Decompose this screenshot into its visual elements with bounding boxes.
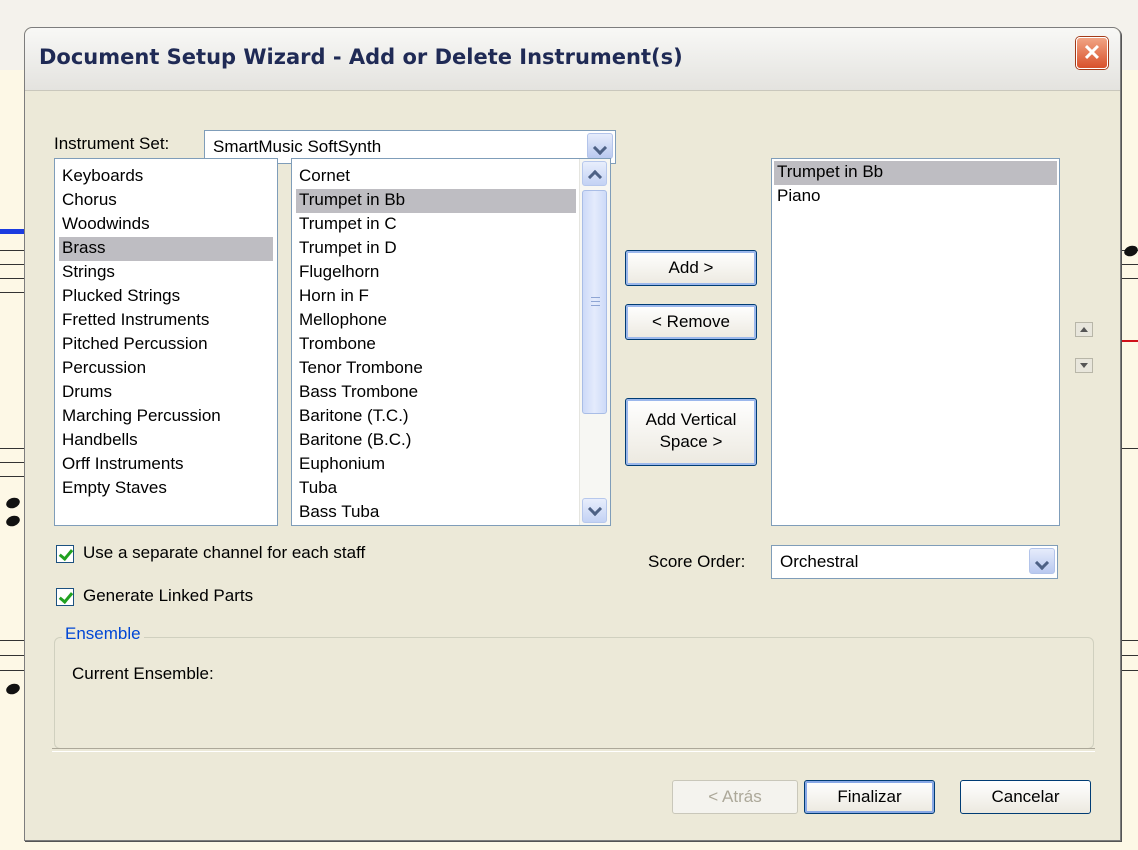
- score-instrument-item[interactable]: Trumpet in Bb: [774, 161, 1057, 185]
- linked-parts-checkbox[interactable]: [56, 588, 74, 606]
- scroll-thumb[interactable]: [582, 190, 607, 414]
- instrument-item[interactable]: Tenor Trombone: [296, 357, 576, 381]
- staff-line: [1119, 264, 1138, 265]
- scroll-grip: [591, 297, 600, 298]
- remove-button-label: < Remove: [652, 312, 730, 331]
- add-button-label: Add >: [668, 258, 714, 277]
- staff-line: [0, 462, 24, 463]
- close-icon: ✕: [1082, 40, 1102, 65]
- add-vertical-space-button[interactable]: Add Vertical Space >: [625, 398, 757, 466]
- staff-line: [0, 292, 24, 293]
- current-ensemble-label: Current Ensemble:: [72, 664, 214, 683]
- category-item[interactable]: Orff Instruments: [59, 453, 273, 477]
- instrument-item[interactable]: Flugelhorn: [296, 261, 576, 285]
- scroll-up-icon[interactable]: [582, 161, 607, 186]
- instrument-item[interactable]: Trumpet in D: [296, 237, 576, 261]
- cancel-button[interactable]: Cancelar: [960, 780, 1091, 814]
- staff-line: [0, 476, 24, 477]
- move-down-icon: [1080, 363, 1088, 368]
- instrument-item[interactable]: Euphonium: [296, 453, 576, 477]
- instrument-item[interactable]: Tuba: [296, 477, 576, 501]
- instrument-set-value: SmartMusic SoftSynth: [213, 137, 382, 156]
- category-list[interactable]: Keyboards Chorus Woodwinds Brass Strings Pluc…: [54, 158, 278, 526]
- instrument-item[interactable]: Cornet: [296, 165, 576, 189]
- scroll-grip: [591, 305, 600, 306]
- category-item[interactable]: Chorus: [59, 189, 273, 213]
- scroll-grip: [591, 301, 600, 302]
- category-items: Keyboards Chorus Woodwinds Brass Strings Pluc…: [59, 165, 273, 501]
- staff-line: [0, 264, 24, 265]
- footer-separator: [52, 748, 1095, 752]
- staff-line: [1119, 670, 1138, 671]
- category-item[interactable]: Brass: [59, 237, 273, 261]
- score-order-value: Orchestral: [780, 552, 859, 571]
- staff-line: [0, 250, 24, 251]
- add-vertical-space-label-line2: Space >: [659, 432, 723, 451]
- instrument-item[interactable]: Bass Trombone: [296, 381, 576, 405]
- staff-line: [1119, 640, 1138, 641]
- staff-line: [0, 655, 24, 656]
- document-setup-dialog: Document Setup Wizard - Add or Delete In…: [24, 27, 1121, 841]
- move-up-button[interactable]: [1075, 322, 1093, 337]
- category-item[interactable]: Percussion: [59, 357, 273, 381]
- staff-line: [0, 278, 24, 279]
- instrument-item[interactable]: Baritone (T.C.): [296, 405, 576, 429]
- staff-line: [0, 448, 24, 449]
- staff-line: [1119, 655, 1138, 656]
- ensemble-group: [54, 637, 1094, 749]
- back-button[interactable]: < Atrás: [672, 780, 798, 814]
- instrument-item[interactable]: Horn in F: [296, 285, 576, 309]
- category-item[interactable]: Keyboards: [59, 165, 273, 189]
- close-button[interactable]: ✕: [1076, 37, 1108, 69]
- title-bar[interactable]: Document Setup Wizard - Add or Delete In…: [25, 28, 1120, 91]
- category-item[interactable]: Plucked Strings: [59, 285, 273, 309]
- category-item[interactable]: Woodwinds: [59, 213, 273, 237]
- category-item[interactable]: Strings: [59, 261, 273, 285]
- category-item[interactable]: Marching Percussion: [59, 405, 273, 429]
- staff-line: [0, 670, 24, 671]
- score-instrument-item[interactable]: Piano: [774, 185, 1057, 209]
- instrument-list[interactable]: Cornet Trumpet in Bb Trumpet in C Trumpet i…: [291, 158, 611, 526]
- separate-channel-label: Use a separate channel for each staff: [83, 543, 366, 562]
- instrument-item[interactable]: Bass Tuba: [296, 501, 576, 525]
- category-item[interactable]: Drums: [59, 381, 273, 405]
- score-instrument-items: Trumpet in Bb Piano: [774, 161, 1057, 209]
- window-title: Document Setup Wizard - Add or Delete In…: [39, 45, 683, 69]
- move-down-button[interactable]: [1075, 358, 1093, 373]
- add-vertical-space-label-line1: Add Vertical: [645, 410, 737, 429]
- category-item[interactable]: Empty Staves: [59, 477, 273, 501]
- chevron-down-icon[interactable]: [1029, 548, 1055, 574]
- category-item[interactable]: Fretted Instruments: [59, 309, 273, 333]
- staff-line: [1119, 448, 1138, 449]
- score-order-dropdown[interactable]: Orchestral: [771, 545, 1058, 579]
- instrument-items: Cornet Trumpet in Bb Trumpet in C Trumpet i…: [296, 165, 576, 525]
- score-instrument-list[interactable]: Trumpet in Bb Piano: [771, 158, 1060, 526]
- ensemble-legend: Ensemble: [62, 624, 144, 644]
- move-up-icon: [1080, 327, 1088, 332]
- back-button-label: < Atrás: [708, 787, 762, 806]
- instrument-list-scrollbar[interactable]: [579, 159, 610, 525]
- instrument-item[interactable]: Trombone: [296, 333, 576, 357]
- scroll-down-icon[interactable]: [582, 498, 607, 523]
- score-order-label: Score Order:: [648, 552, 746, 571]
- instrument-item[interactable]: Baritone (B.C.): [296, 429, 576, 453]
- linked-parts-label: Generate Linked Parts: [83, 586, 254, 605]
- finish-button-label: Finalizar: [837, 787, 902, 806]
- instrument-item[interactable]: Trumpet in Bb: [296, 189, 576, 213]
- staff-line: [1119, 278, 1138, 279]
- instrument-set-label: Instrument Set:: [54, 134, 170, 153]
- cancel-button-label: Cancelar: [991, 787, 1060, 806]
- remove-button[interactable]: < Remove: [625, 304, 757, 340]
- instrument-item[interactable]: Trumpet in C: [296, 213, 576, 237]
- finish-button[interactable]: Finalizar: [804, 780, 935, 814]
- chevron-down-icon[interactable]: [587, 133, 613, 159]
- staff-line: [0, 640, 24, 641]
- instrument-item[interactable]: Mellophone: [296, 309, 576, 333]
- category-item[interactable]: Handbells: [59, 429, 273, 453]
- add-button[interactable]: Add >: [625, 250, 757, 286]
- category-item[interactable]: Pitched Percussion: [59, 333, 273, 357]
- separate-channel-checkbox[interactable]: [56, 545, 74, 563]
